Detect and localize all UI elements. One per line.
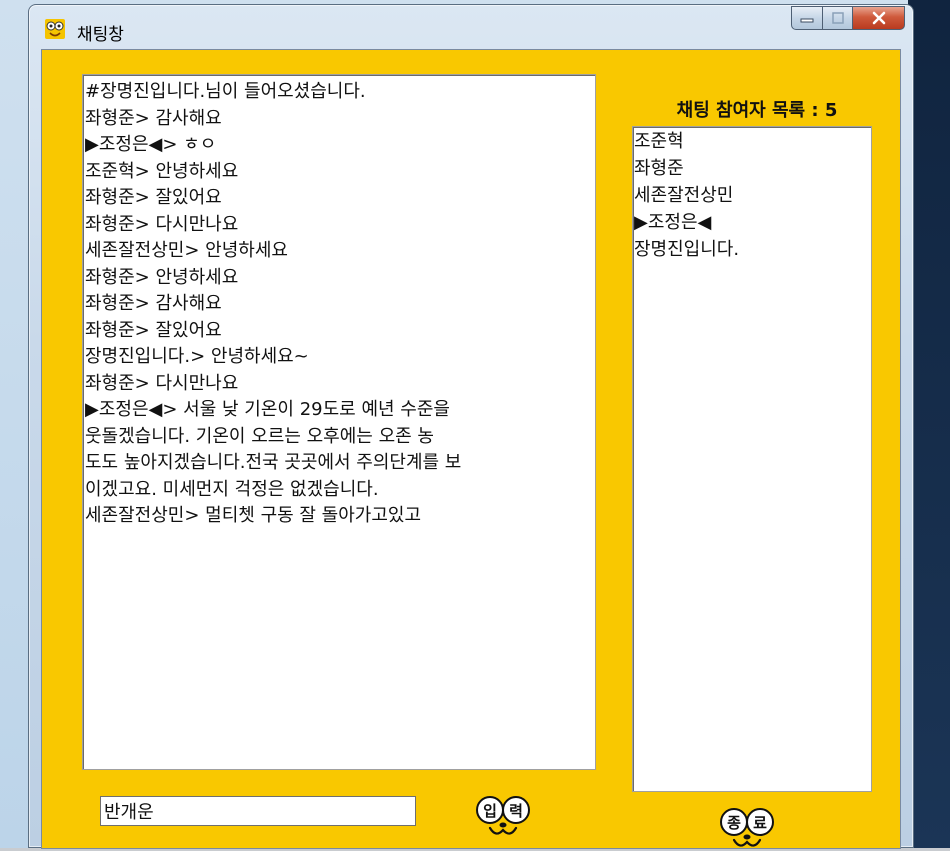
quit-char-2: 료: [753, 814, 767, 832]
chat-message: 이겠고요. 미세먼지 걱정은 없겠습니다.: [85, 478, 379, 500]
chat-message: 세존잘전상민> 멀티쳇 구동 잘 돌아가고있고: [85, 505, 422, 526]
chat-message: 좌형준> 잘있어요: [85, 319, 222, 341]
chat-message: 세존잘전상민> 안녕하세요: [85, 240, 288, 261]
chat-message: 좌형준> 감사해요: [85, 107, 222, 129]
window-title: 채팅창: [77, 25, 124, 45]
message-input[interactable]: [100, 796, 416, 826]
participant-item[interactable]: 조준혁: [634, 128, 870, 155]
chat-message: ▶조정은◀> ㅎㅇ: [85, 134, 217, 155]
chat-message: ▶조정은◀> 서울 낮 기온이 29도로 예년 수준을: [85, 399, 450, 420]
chat-log[interactable]: #장명진입니다.님이 들어오셨습니다. 좌형준> 감사해요 ▶조정은◀> ㅎㅇ 조준혁…: [82, 74, 596, 770]
quit-button[interactable]: 종 료: [714, 802, 784, 856]
participant-item[interactable]: 장명진입니다.: [634, 236, 870, 263]
maximize-button[interactable]: [823, 6, 853, 30]
send-char-2: 력: [509, 802, 523, 820]
chat-message: 웃돌겠습니다. 기온이 오르는 오후에는 오존 농: [85, 425, 434, 447]
participants-title: 채팅 참여자 목록 : 5: [676, 100, 838, 121]
caption-buttons: [791, 6, 905, 36]
client-area: #장명진입니다.님이 들어오셨습니다. 좌형준> 감사해요 ▶조정은◀> ㅎㅇ 조준혁…: [41, 49, 901, 849]
participant-item[interactable]: 좌형준: [634, 155, 870, 182]
chat-message: 좌형준> 감사해요: [85, 293, 222, 314]
chat-message: 장명진입니다.> 안녕하세요~: [85, 346, 309, 367]
participant-item[interactable]: ▶조정은◀: [634, 209, 870, 236]
chat-message: 좌형준> 잘있어요: [85, 187, 222, 208]
minimize-button[interactable]: [791, 6, 823, 30]
minimize-icon: [800, 18, 814, 23]
chat-message: 조준혁> 안녕하세요: [85, 160, 239, 182]
quit-char-1: 종: [727, 814, 741, 832]
title-bar[interactable]: 채팅창: [29, 5, 913, 49]
participant-item[interactable]: 세존잘전상민: [634, 182, 870, 209]
chat-message: 좌형준> 다시만나요: [85, 213, 239, 235]
desktop-edge: [908, 0, 950, 851]
chat-message: 도도 높아지겠습니다.전국 곳곳에서 주의단계를 보: [85, 452, 462, 473]
participants-list[interactable]: 조준혁 좌형준 세존잘전상민 ▶조정은◀ 장명진입니다.: [632, 126, 872, 792]
close-icon: [872, 11, 885, 25]
chat-message: 좌형준> 안녕하세요: [85, 266, 239, 288]
send-char-1: 입: [483, 802, 497, 820]
chat-message: #장명진입니다.님이 들어오셨습니다.: [85, 81, 366, 102]
face-quit-icon: 종 료: [720, 808, 774, 847]
send-button[interactable]: 입 력: [470, 790, 540, 844]
chat-message: 좌형준> 다시만나요: [85, 372, 239, 394]
app-icon: [45, 19, 65, 39]
close-button[interactable]: [853, 6, 905, 30]
face-send-icon: 입 력: [476, 796, 530, 835]
maximize-icon: [831, 12, 844, 24]
chat-window: 채팅창 #장명진입니다.님이 들어오셨습니다. 좌형준> 감사해요 ▶조정은◀> ㅎ…: [28, 4, 914, 849]
